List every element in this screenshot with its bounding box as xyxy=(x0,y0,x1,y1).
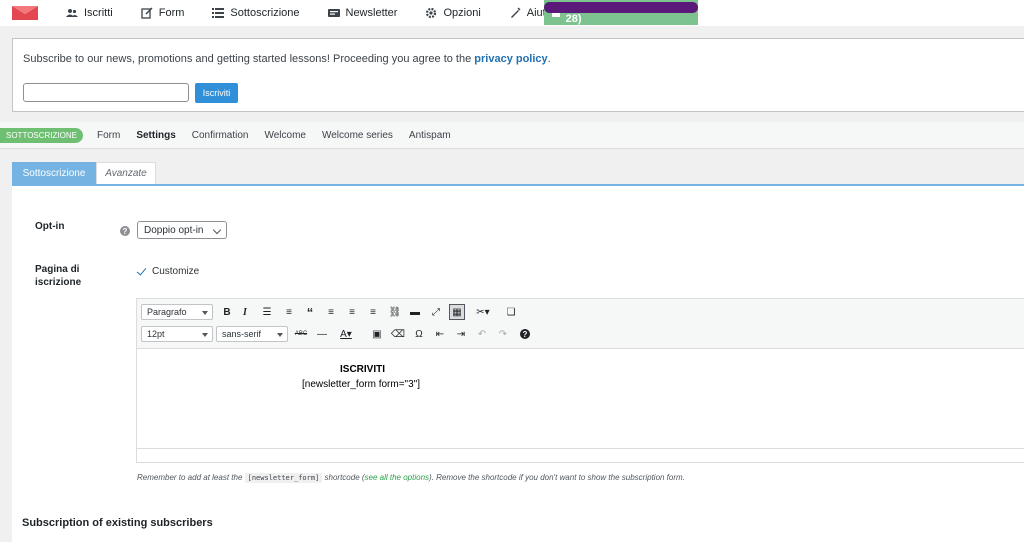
optin-select[interactable]: Doppio opt-in xyxy=(137,221,227,239)
blockquote-icon[interactable]: “ xyxy=(302,304,318,320)
subscribe-email-input[interactable] xyxy=(23,83,189,102)
paste-text-icon[interactable]: ▣ xyxy=(369,326,385,342)
subtab-avanzate[interactable]: Avanzate xyxy=(96,162,156,184)
editor-statusbar xyxy=(137,448,1024,462)
font-size-value: 12pt xyxy=(147,329,165,339)
tab-antispam[interactable]: Antispam xyxy=(401,130,459,141)
tab-confirmation[interactable]: Confirmation xyxy=(184,130,257,141)
content-shortcode: [newsletter_form form="3"] xyxy=(302,379,420,390)
align-right-icon[interactable]: ≡ xyxy=(365,304,381,320)
list-icon xyxy=(212,8,225,18)
italic-icon[interactable]: I xyxy=(237,304,253,320)
redaction-scribble xyxy=(544,2,698,13)
read-more-icon[interactable]: ▬ xyxy=(407,304,423,320)
bullet-list-icon[interactable]: ☰ xyxy=(259,304,275,320)
clear-formatting-icon[interactable]: ⌫ xyxy=(390,326,406,342)
editor-toolbar: Paragrafo B I ☰ ≡ “ ≡ ≡ ≡ ⛓ ▬ ⤢ ▦ ✂▾ ❏ 1… xyxy=(137,299,1024,349)
license-badge[interactable]: Licenza attiva (2023-07-28) xyxy=(544,0,698,25)
help-icon[interactable]: ? xyxy=(120,226,130,236)
nav-item-label: Opzioni xyxy=(443,7,481,19)
numbered-list-icon[interactable]: ≡ xyxy=(281,304,297,320)
newsletter-logo-icon[interactable] xyxy=(12,6,38,20)
subscribe-button[interactable]: Iscriviti xyxy=(195,83,238,103)
section-badge: SOTTOSCRIZIONE xyxy=(0,127,83,143)
subscribe-text-end: . xyxy=(547,53,551,65)
link-icon[interactable]: ⛓ xyxy=(387,304,403,320)
tab-welcome[interactable]: Welcome xyxy=(256,130,314,141)
toolbar-toggle-icon[interactable]: ▦ xyxy=(449,304,465,320)
newsletter-icon xyxy=(327,9,340,17)
note-code: [newsletter_form] xyxy=(244,473,323,483)
text-color-icon[interactable]: A▾ xyxy=(335,326,357,342)
dropdown-caret-icon xyxy=(277,333,283,337)
customize-label: Customize xyxy=(152,266,200,277)
scissors-dropdown-icon[interactable]: ✂▾ xyxy=(471,304,495,320)
strikethrough-icon[interactable]: ABC xyxy=(293,326,309,342)
section-title: Subscription of existing subscribers xyxy=(22,517,213,529)
align-center-icon[interactable]: ≡ xyxy=(344,304,360,320)
tab-settings[interactable]: Settings xyxy=(128,130,183,141)
special-icon[interactable]: ❏ xyxy=(503,304,519,320)
outdent-icon[interactable]: ⇤ xyxy=(432,326,448,342)
settings-panel: Opt-in ? Doppio opt-in Pagina di iscrizi… xyxy=(12,184,1024,542)
page-label: Pagina di iscrizione xyxy=(35,264,82,288)
help-circle-icon[interactable]: ? xyxy=(517,326,533,342)
top-navigation: Iscritti Form Sottoscrizione Newsletter … xyxy=(0,0,1024,26)
see-options-link[interactable]: see all the options xyxy=(365,473,430,482)
pen-icon xyxy=(510,7,521,18)
horizontal-line-icon[interactable]: — xyxy=(314,326,330,342)
tab-form[interactable]: Form xyxy=(89,130,128,141)
editor-content-area[interactable]: ISCRIVITI [newsletter_form form="3"] xyxy=(137,350,1024,448)
special-character-icon[interactable]: Ω xyxy=(411,326,427,342)
section-tabs: SOTTOSCRIZIONE Form Settings Confirmatio… xyxy=(0,122,1024,149)
format-select[interactable]: Paragrafo xyxy=(141,304,213,320)
nav-item-label: Form xyxy=(158,7,185,19)
optin-label: Opt-in xyxy=(35,221,65,232)
privacy-policy-link[interactable]: privacy policy xyxy=(474,53,547,65)
note-text-before: Remember to add at least the xyxy=(137,473,245,482)
nav-item-iscritti[interactable]: Iscritti xyxy=(52,0,127,26)
nav-item-sottoscrizione[interactable]: Sottoscrizione xyxy=(198,0,313,26)
redo-icon[interactable]: ↷ xyxy=(495,326,511,342)
fullscreen-icon[interactable]: ⤢ xyxy=(428,304,444,320)
subscribe-text: Subscribe to our news, promotions and ge… xyxy=(23,53,551,65)
note-text-after: ). Remove the shortcode if you don't wan… xyxy=(429,473,685,482)
gear-icon xyxy=(426,7,437,19)
bold-icon[interactable]: B xyxy=(219,304,235,320)
font-size-select[interactable]: 12pt xyxy=(141,326,213,342)
align-left-icon[interactable]: ≡ xyxy=(323,304,339,320)
nav-item-form[interactable]: Form xyxy=(127,0,199,26)
nav-item-label: Iscritti xyxy=(84,7,113,19)
rich-text-editor: Paragrafo B I ☰ ≡ “ ≡ ≡ ≡ ⛓ ▬ ⤢ ▦ ✂▾ ❏ 1… xyxy=(136,298,1024,463)
format-select-value: Paragrafo xyxy=(147,307,187,317)
nav-item-label: Newsletter xyxy=(345,7,398,19)
tab-welcome-series[interactable]: Welcome series xyxy=(314,130,401,141)
checkbox-check-icon[interactable] xyxy=(137,267,146,276)
undo-icon[interactable]: ↶ xyxy=(474,326,490,342)
dropdown-caret-icon xyxy=(202,333,208,337)
nav-item-newsletter[interactable]: Newsletter xyxy=(314,0,412,26)
shortcode-note: Remember to add at least the [newsletter… xyxy=(137,473,685,483)
font-family-value: sans-serif xyxy=(222,329,262,339)
chevron-down-icon xyxy=(212,225,222,235)
optin-select-value: Doppio opt-in xyxy=(144,224,204,236)
font-family-select[interactable]: sans-serif xyxy=(216,326,288,342)
users-icon xyxy=(66,9,78,17)
content-title: ISCRIVITI xyxy=(340,364,386,375)
subscribe-preview-box: Subscribe to our news, promotions and ge… xyxy=(12,38,1024,112)
nav-item-opzioni[interactable]: Opzioni xyxy=(411,0,494,26)
indent-icon[interactable]: ⇥ xyxy=(453,326,469,342)
note-text-middle: shortcode ( xyxy=(322,473,365,482)
subtab-sottoscrizione[interactable]: Sottoscrizione xyxy=(12,162,96,184)
subscribe-text-start: Subscribe to our news, promotions and ge… xyxy=(23,53,475,65)
dropdown-caret-icon xyxy=(202,311,208,315)
customize-checkbox[interactable]: Customize xyxy=(137,266,199,277)
nav-item-label: Sottoscrizione xyxy=(230,7,300,19)
edit-icon xyxy=(141,7,153,19)
